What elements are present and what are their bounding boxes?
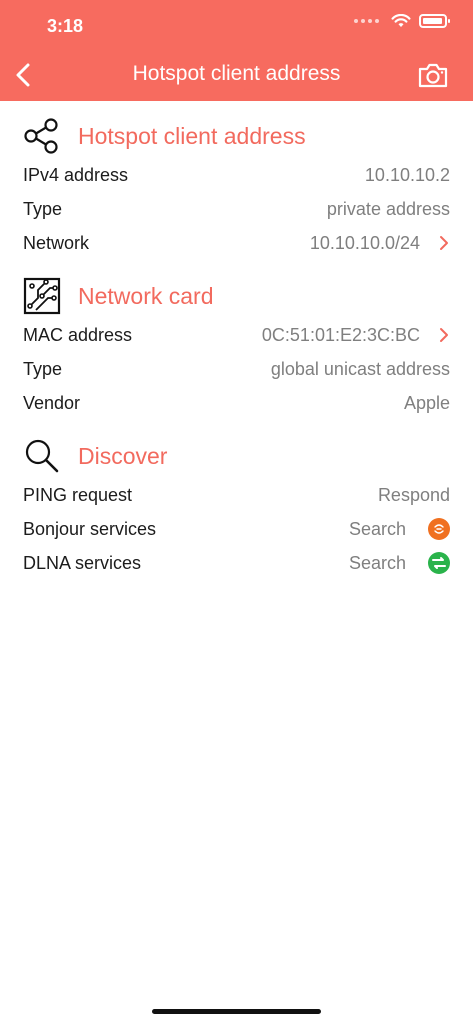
- chevron-right-icon: [440, 236, 448, 250]
- row-label: Type: [23, 358, 63, 379]
- row-label: Type: [23, 198, 63, 219]
- row-value: Search: [349, 518, 450, 540]
- list-item-dlna[interactable]: DLNA services Search: [23, 548, 450, 578]
- status-icons: [354, 14, 450, 28]
- section-title: Hotspot client address: [78, 122, 306, 149]
- row-value: Apple: [403, 392, 450, 413]
- row-value: 0C:51:01:E2:3C:BC: [262, 325, 450, 346]
- section-hotspot-header: Hotspot client address: [22, 116, 306, 156]
- row-value: Respond: [377, 484, 450, 505]
- row-value: 10.10.10.2: [364, 164, 450, 185]
- section-title: Network card: [78, 282, 214, 309]
- camera-icon[interactable]: [417, 61, 449, 89]
- dlna-icon: [428, 552, 450, 574]
- list-item-type: Type private address: [23, 194, 450, 224]
- search-icon: [25, 439, 59, 473]
- row-value: Search: [349, 552, 450, 574]
- row-label: MAC address: [23, 324, 133, 345]
- row-label: Network: [23, 232, 90, 253]
- list-item-vendor: Vendor Apple: [23, 388, 450, 418]
- page-title: Hotspot client address: [132, 62, 341, 85]
- wifi-icon: [391, 14, 411, 27]
- list-item-ping[interactable]: PING request Respond: [23, 480, 450, 510]
- list-item-bonjour[interactable]: Bonjour services Search: [23, 514, 450, 544]
- list-item-ipv4: IPv4 address 10.10.10.2: [23, 160, 450, 190]
- chevron-right-icon: [440, 328, 448, 342]
- row-label: PING request: [23, 484, 133, 505]
- circuit-icon: [23, 277, 61, 315]
- bonjour-icon: [428, 518, 450, 540]
- row-value: 10.10.10.0/24: [310, 233, 450, 254]
- list-item-type: Type global unicast address: [23, 354, 450, 384]
- row-value: global unicast address: [270, 358, 450, 379]
- signal-dots-icon: [354, 19, 379, 23]
- section-card-header: Network card: [22, 276, 213, 316]
- row-value: private address: [326, 198, 450, 219]
- row-label: Vendor: [23, 392, 81, 413]
- battery-icon: [419, 14, 450, 28]
- row-label: IPv4 address: [23, 164, 129, 185]
- status-time: 3:18: [47, 16, 84, 36]
- row-label: DLNA services: [23, 552, 142, 573]
- row-label: Bonjour services: [23, 518, 157, 539]
- section-title: Discover: [78, 442, 168, 469]
- share-icon: [24, 118, 58, 154]
- home-indicator[interactable]: [152, 1009, 321, 1014]
- list-item-network[interactable]: Network 10.10.10.0/24: [23, 228, 450, 258]
- list-item-mac[interactable]: MAC address 0C:51:01:E2:3C:BC: [23, 320, 450, 350]
- section-discover-header: Discover: [22, 436, 167, 476]
- nav-bar: 3:18 Hotspot client address: [0, 0, 473, 101]
